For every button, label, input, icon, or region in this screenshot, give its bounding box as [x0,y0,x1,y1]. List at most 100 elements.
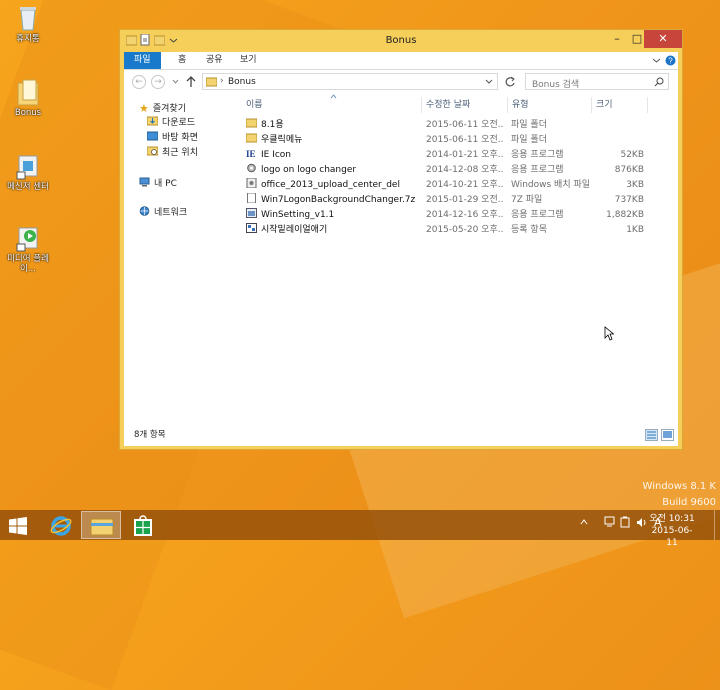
up-arrow-icon[interactable] [186,76,196,88]
back-button[interactable]: ← [132,75,146,89]
file-size: 876KB [614,165,644,175]
nav-recent[interactable]: 최근 위치 [147,146,198,160]
address-bar[interactable]: › Bonus [202,73,498,90]
taskbar-file-explorer[interactable] [81,511,121,539]
taskbar: A 오전 10:31 2015-06-11 [0,510,720,548]
file-row[interactable]: 8.1용 2015-06-11 오전... 파일 폴더 [246,118,646,133]
details-view-button[interactable] [645,429,658,441]
file-date: 2014-12-16 오후... [426,210,504,220]
status-bar-item-count: 8개 항목 [134,430,166,440]
os-watermark-edition: Windows 8.1 K [642,481,716,492]
forward-button[interactable]: → [151,75,165,89]
tab-file[interactable]: 파일 [124,52,161,69]
tab-home[interactable]: 홈 [168,52,196,69]
desktop-icon-media-player[interactable]: 미디어 플레이... [0,224,56,274]
downloads-icon [147,116,158,126]
file-row[interactable]: office_2013_upload_center_del 2014-10-21… [246,178,646,193]
network-icon [139,206,150,216]
mouse-cursor-icon [604,326,614,341]
search-input[interactable]: Bonus 검색 [525,73,669,90]
nav-network[interactable]: 네트워크 [139,206,187,220]
nav-favorites[interactable]: ★ 즐겨찾기 [139,102,186,116]
file-date: 2015-05-20 오후... [426,225,504,235]
file-row[interactable]: IE IE Icon 2014-01-21 오후... 응용 프로그램 52KB [246,148,646,163]
file-type: 응용 프로그램 [511,165,564,175]
file-size: 737KB [614,195,644,205]
folder-icon [246,133,258,143]
desktop-icon-label: Bonus [14,108,42,118]
start-button[interactable] [0,511,36,539]
file-date: 2015-01-29 오전... [426,195,504,205]
clock-date: 2015-06-11 [651,526,693,548]
nav-this-pc[interactable]: 내 PC [139,177,177,191]
network-status-icon[interactable] [604,516,615,528]
file-type: 파일 폴더 [511,135,547,145]
breadcrumb[interactable]: Bonus [228,77,256,87]
chevron-up-icon[interactable] [580,518,588,526]
details-view-icon [647,431,656,439]
file-size: 3KB [626,180,644,190]
file-size: 1,882KB [606,210,644,220]
gear-app-icon [247,163,256,173]
column-date-modified[interactable]: 수정한 날짜 [422,97,508,113]
recent-locations-icon[interactable] [172,79,179,85]
column-name[interactable]: 이름 [242,97,422,113]
windows-logo-icon [9,517,27,535]
file-row[interactable]: 시작밑레이얼애기 2015-05-20 오후... 등록 항목 1KB [246,223,646,238]
file-date: 2014-10-21 오후... [426,180,504,190]
file-date: 2014-01-21 오후... [426,150,504,160]
search-icon [654,77,664,87]
column-type[interactable]: 유형 [508,97,592,113]
folder-icon [17,79,39,106]
recent-places-icon [147,146,158,156]
chevron-down-icon[interactable] [485,79,493,85]
volume-icon[interactable] [636,517,647,528]
os-watermark-build: Build 9600 [662,497,716,508]
file-explorer-icon [90,518,114,536]
taskbar-store[interactable] [122,511,162,539]
file-row[interactable]: Win7LogonBackgroundChanger.7z 2015-01-29… [246,193,646,208]
file-row[interactable]: logo on logo changer 2014-12-08 오후... 응용… [246,163,646,178]
nav-label: 다운로드 [162,118,196,128]
expand-ribbon-icon[interactable] [652,56,661,65]
column-size[interactable]: 크기 [592,97,648,113]
close-button[interactable]: ✕ [644,30,682,48]
file-date: 2015-06-11 오전... [426,120,504,130]
tab-share[interactable]: 공유 [196,52,233,69]
nav-label: 최근 위치 [162,148,198,158]
large-icons-view-button[interactable] [661,429,674,441]
file-row[interactable]: 우클릭메뉴 2015-06-11 오전... 파일 폴더 [246,133,646,148]
show-desktop-button[interactable] [714,510,720,540]
desktop-icon-messenger[interactable]: 메신저 센터 [0,152,56,192]
nav-downloads[interactable]: 다운로드 [147,116,195,130]
desktop-icon-bonus[interactable]: Bonus [0,78,56,118]
file-name: logo on logo changer [261,165,357,175]
internet-explorer-icon [50,516,72,536]
refresh-icon[interactable] [504,76,516,88]
clock[interactable]: 오전 10:31 2015-06-11 [647,513,697,548]
file-row[interactable]: WinSetting_v1.1 2014-12-16 오후... 응용 프로그램… [246,208,646,223]
batch-file-icon [246,178,257,189]
star-icon: ★ [139,102,149,115]
battery-status-icon[interactable] [620,516,630,528]
explorer-window[interactable]: Bonus – □ ✕ 파일 홈 공유 보기 ? ← → › Bonus Bon… [119,29,683,450]
tab-view[interactable]: 보기 [230,52,267,69]
file-name: 우클릭메뉴 [261,135,303,145]
title-bar[interactable]: Bonus – □ ✕ [120,30,682,52]
nav-desktop[interactable]: 바탕 화면 [147,131,198,145]
file-date: 2014-12-08 오후... [426,165,504,175]
archive-file-icon [247,193,256,204]
file-list: 이름 수정한 날짜 유형 크기 8.1용 2015-06-11 오전... 파일… [236,94,678,446]
svg-text:?: ? [668,57,673,66]
computer-icon [139,177,150,187]
taskbar-internet-explorer[interactable] [40,511,80,539]
desktop-icon [147,131,158,141]
recycle-bin-icon [20,7,36,31]
breadcrumb-separator-icon: › [220,76,224,86]
help-icon[interactable]: ? [665,55,676,66]
content-area: ★ 즐겨찾기 다운로드 바탕 화면 최근 위치 내 PC 네트워크 이름 수정한 … [124,94,678,446]
file-name: Win7LogonBackgroundChanger.7z [261,195,416,205]
nav-label: 바탕 화면 [162,133,198,143]
desktop-icon-recycle-bin[interactable]: 휴지통 [0,4,56,44]
file-name: 시작밑레이얼애기 [261,225,328,235]
